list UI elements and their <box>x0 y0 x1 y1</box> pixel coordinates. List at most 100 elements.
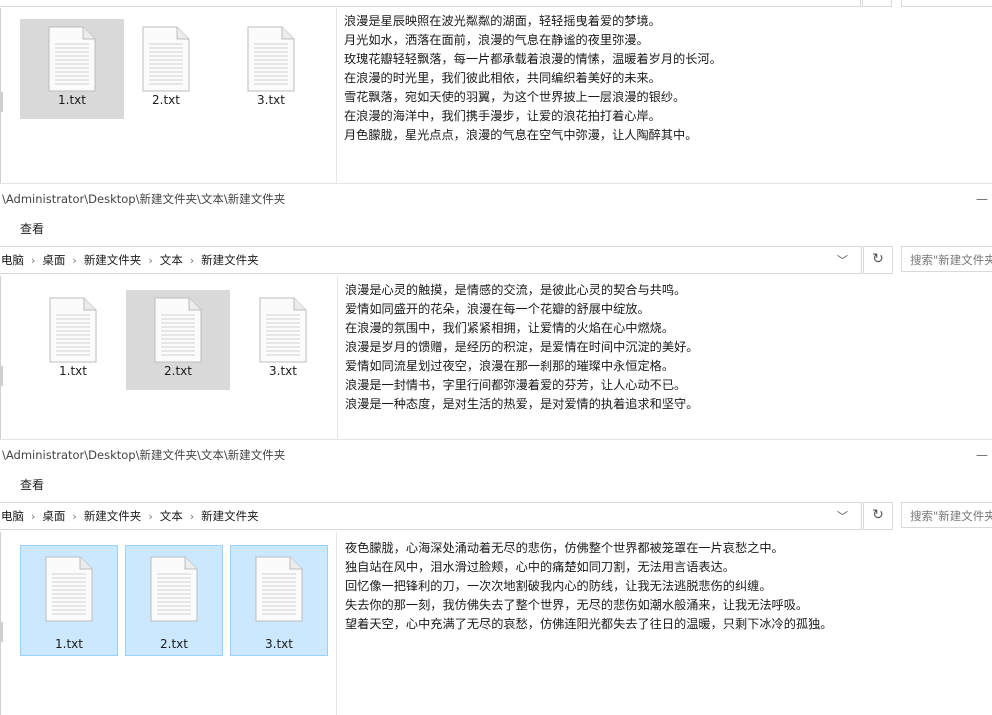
breadcrumb-text[interactable]: 文本 <box>160 509 183 523</box>
preview-line: 玫瑰花瓣轻轻飘落，每一片都承载着浪漫的情愫，温暖着岁月的长河。 <box>344 52 722 66</box>
chevron-right-icon[interactable]: › <box>72 510 76 523</box>
text-file-icon <box>142 26 190 92</box>
breadcrumb-this-pc[interactable]: 电脑 <box>1 509 24 523</box>
text-file-icon <box>45 556 93 622</box>
breadcrumb-desktop[interactable]: 桌面 <box>42 509 65 523</box>
chevron-down-icon[interactable]: ﹀ <box>837 508 848 524</box>
ribbon: 查看 <box>0 214 992 242</box>
search-input[interactable]: 搜索"新建文件夹" <box>901 246 992 272</box>
breadcrumb-new-folder[interactable]: 新建文件夹 <box>84 509 142 523</box>
file-item[interactable]: 1.txt <box>20 19 124 119</box>
file-item[interactable]: 2.txt <box>125 545 223 656</box>
title-bar[interactable]: \Administrator\Desktop\新建文件夹\文本\新建文件夹 — <box>0 440 992 470</box>
nav-pane-edge <box>0 276 1 440</box>
file-item[interactable]: 2.txt <box>126 290 230 390</box>
tab-view[interactable]: 查看 <box>20 476 44 493</box>
explorer-window-2: \Administrator\Desktop\新建文件夹\文本\新建文件夹 — … <box>0 184 992 440</box>
address-row: 电脑 › 桌面 › 新建文件夹 › 文本 › 新建文件夹 ﹀ ↻ 搜索"新建文件夹" <box>0 502 992 530</box>
preview-line: 月光如水，洒落在面前，浪漫的气息在静谧的夜里弥漫。 <box>344 33 649 47</box>
refresh-button[interactable]: ↻ <box>863 246 893 274</box>
chevron-right-icon[interactable]: › <box>31 254 35 267</box>
text-file-icon <box>150 556 198 622</box>
preview-pane: 夜色朦胧，心海深处涌动着无尽的悲伤，仿佛整个世界都被笼罩在一片哀愁之中。 独自站… <box>345 539 833 634</box>
chevron-right-icon[interactable]: › <box>72 254 76 267</box>
explorer-window-3: \Administrator\Desktop\新建文件夹\文本\新建文件夹 — … <box>0 440 992 715</box>
file-name: 1.txt <box>59 364 87 378</box>
file-name: 3.txt <box>269 364 297 378</box>
preview-line: 爱情如同流星划过夜空，浪漫在那一刹那的璀璨中永恒定格。 <box>345 359 675 373</box>
file-name: 1.txt <box>58 93 86 107</box>
breadcrumb-new-folder-current[interactable]: 新建文件夹 <box>201 253 259 267</box>
preview-line: 雪花飘落，宛如天使的羽翼，为这个世界披上一层浪漫的银纱。 <box>344 90 686 104</box>
refresh-icon: ↻ <box>872 251 884 267</box>
preview-line: 望着天空，心中充满了无尽的哀愁，仿佛连阳光都失去了往日的温暖，只剩下冰冷的孤独。 <box>345 617 833 631</box>
address-bar[interactable]: 电脑 › 桌面 › 新建文件夹 › 文本 › 新建文件夹 ﹀ <box>0 502 862 530</box>
preview-line: 浪漫是心灵的触摸，是情感的交流，是彼此心灵的契合与共鸣。 <box>345 283 687 297</box>
minimize-button[interactable]: — <box>976 440 988 470</box>
preview-line: 独自站在风中，泪水滑过脸颊，心中的痛楚如同刀割，无法用言语表达。 <box>345 560 735 574</box>
preview-line: 在浪漫的氛围中，我们紧紧相拥，让爱情的火焰在心中燃烧。 <box>345 321 675 335</box>
address-bar-remnant <box>0 0 992 8</box>
tab-view[interactable]: 查看 <box>20 220 44 237</box>
preview-pane-divider[interactable] <box>336 8 337 184</box>
chevron-down-icon[interactable]: ﹀ <box>837 252 848 268</box>
breadcrumb-new-folder[interactable]: 新建文件夹 <box>84 253 142 267</box>
file-item[interactable]: 3.txt <box>231 290 335 390</box>
file-item[interactable]: 1.txt <box>21 290 125 390</box>
preview-line: 夜色朦胧，心海深处涌动着无尽的悲伤，仿佛整个世界都被笼罩在一片哀愁之中。 <box>345 541 784 555</box>
chevron-right-icon[interactable]: › <box>190 510 194 523</box>
preview-pane-divider[interactable] <box>336 532 337 715</box>
breadcrumb-new-folder-current[interactable]: 新建文件夹 <box>201 509 259 523</box>
preview-line: 浪漫是一封情书，字里行间都弥漫着爱的芬芳，让人心动不已。 <box>345 378 687 392</box>
file-name: 1.txt <box>55 637 83 651</box>
preview-line: 月色朦胧，星光点点，浪漫的气息在空气中弥漫，让人陶醉其中。 <box>344 128 698 142</box>
address-bar[interactable]: 电脑 › 桌面 › 新建文件夹 › 文本 › 新建文件夹 ﹀ <box>0 246 862 274</box>
nav-pane-scroll-notch[interactable] <box>0 622 3 642</box>
file-name: 3.txt <box>257 93 285 107</box>
file-name: 2.txt <box>152 93 180 107</box>
file-name: 2.txt <box>164 364 192 378</box>
chevron-right-icon[interactable]: › <box>190 254 194 267</box>
preview-line: 浪漫是一种态度，是对生活的热爱，是对爱情的执着追求和坚守。 <box>345 397 699 411</box>
preview-line: 在浪漫的海洋中，我们携手漫步，让爱的浪花拍打着心岸。 <box>344 109 661 123</box>
minimize-button[interactable]: — <box>976 184 988 214</box>
text-file-icon <box>48 26 96 92</box>
chevron-right-icon[interactable]: › <box>31 510 35 523</box>
nav-pane-scroll-notch[interactable] <box>0 92 3 112</box>
preview-line: 浪漫是星辰映照在波光粼粼的湖面，轻轻摇曳着爱的梦境。 <box>344 14 661 28</box>
window-title: \Administrator\Desktop\新建文件夹\文本\新建文件夹 <box>2 192 286 206</box>
window-title: \Administrator\Desktop\新建文件夹\文本\新建文件夹 <box>2 448 286 462</box>
chevron-right-icon[interactable]: › <box>148 510 152 523</box>
text-file-icon <box>154 297 202 363</box>
file-name: 2.txt <box>160 637 188 651</box>
refresh-button[interactable]: ↻ <box>863 502 893 530</box>
refresh-icon: ↻ <box>872 507 884 523</box>
search-input[interactable]: 搜索"新建文件夹" <box>901 502 992 528</box>
address-row: 电脑 › 桌面 › 新建文件夹 › 文本 › 新建文件夹 ﹀ ↻ 搜索"新建文件夹" <box>0 246 992 274</box>
text-file-icon <box>247 26 295 92</box>
preview-line: 爱情如同盛开的花朵，浪漫在每一个花瓣的舒展中绽放。 <box>345 302 650 316</box>
breadcrumb-text[interactable]: 文本 <box>160 253 183 267</box>
title-bar[interactable]: \Administrator\Desktop\新建文件夹\文本\新建文件夹 — <box>0 184 992 214</box>
preview-line: 失去你的那一刻，我仿佛失去了整个世界，无尽的悲伤如潮水般涌来，让我无法呼吸。 <box>345 598 809 612</box>
breadcrumb-this-pc[interactable]: 电脑 <box>1 253 24 267</box>
text-file-icon <box>255 556 303 622</box>
breadcrumb: 电脑 › 桌面 › 新建文件夹 › 文本 › 新建文件夹 <box>1 508 259 524</box>
text-file-icon <box>49 297 97 363</box>
file-item[interactable]: 2.txt <box>114 19 218 119</box>
text-file-icon <box>259 297 307 363</box>
explorer-window-1: 1.txt 2.txt 3.txt 浪漫是星辰映照在波光粼粼的湖面，轻轻摇曳着爱… <box>0 0 992 184</box>
breadcrumb: 电脑 › 桌面 › 新建文件夹 › 文本 › 新建文件夹 <box>1 252 259 268</box>
preview-line: 回忆像一把锋利的刀，一次次地割破我内心的防线，让我无法逃脱悲伤的纠缠。 <box>345 579 772 593</box>
preview-pane: 浪漫是星辰映照在波光粼粼的湖面，轻轻摇曳着爱的梦境。 月光如水，洒落在面前，浪漫… <box>344 12 722 145</box>
file-item[interactable]: 3.txt <box>219 19 323 119</box>
breadcrumb-desktop[interactable]: 桌面 <box>42 253 65 267</box>
nav-pane-scroll-notch[interactable] <box>0 366 3 386</box>
chevron-right-icon[interactable]: › <box>148 254 152 267</box>
file-item[interactable]: 1.txt <box>20 545 118 656</box>
ribbon: 查看 <box>0 470 992 498</box>
preview-pane-divider[interactable] <box>337 276 338 440</box>
preview-line: 浪漫是岁月的馈赠，是经历的积淀，是爱情在时间中沉淀的美好。 <box>345 340 699 354</box>
file-item[interactable]: 3.txt <box>230 545 328 656</box>
preview-pane: 浪漫是心灵的触摸，是情感的交流，是彼此心灵的契合与共鸣。 爱情如同盛开的花朵，浪… <box>345 281 698 414</box>
